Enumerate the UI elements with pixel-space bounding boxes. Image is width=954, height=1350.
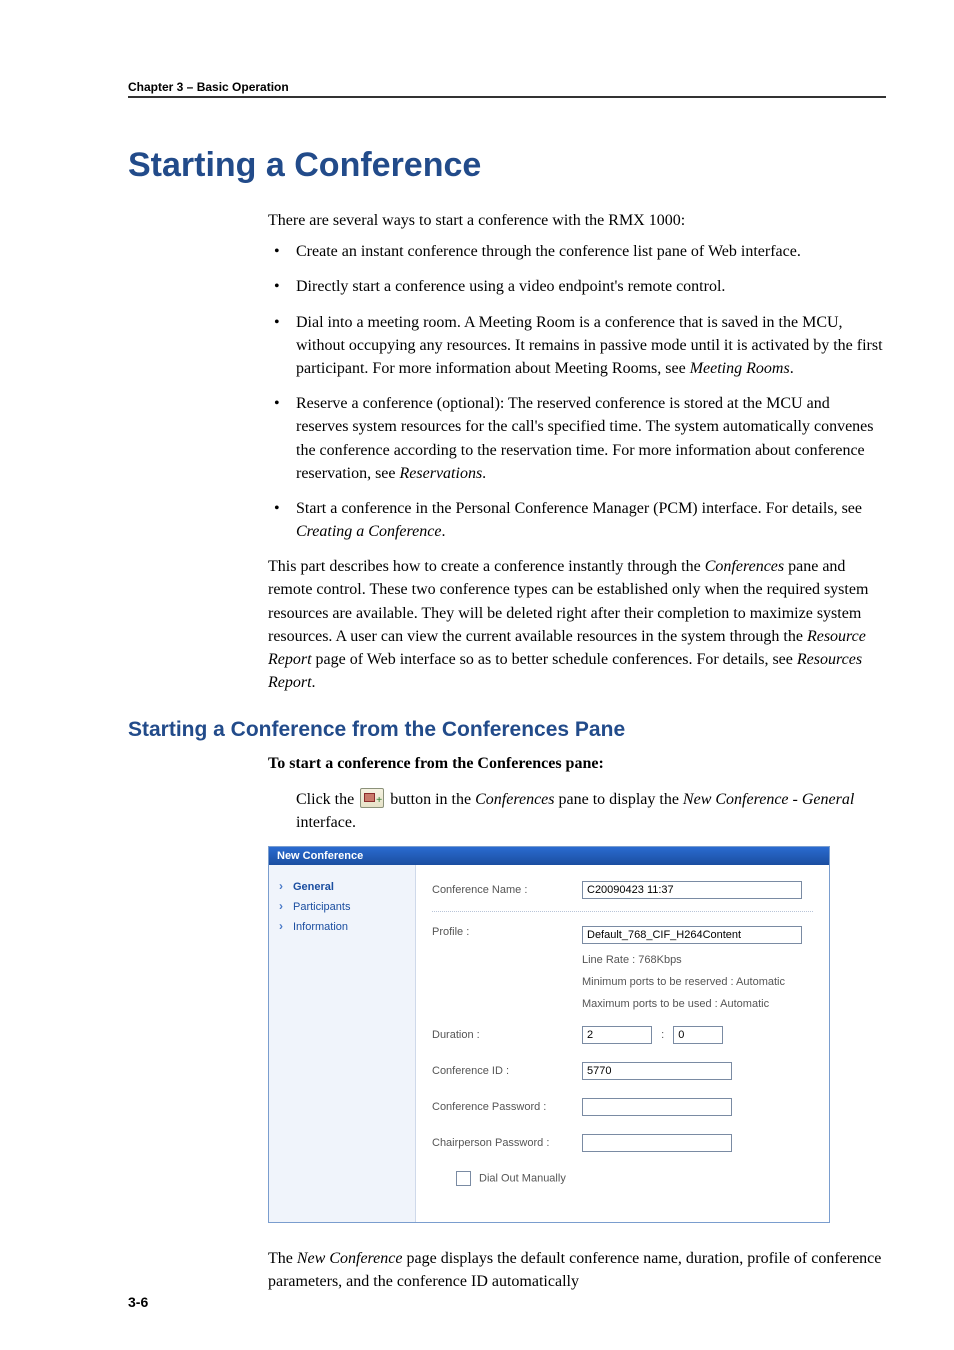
dialog-titlebar: New Conference <box>269 847 829 865</box>
ref-new-conf-general: New Conference - General <box>683 791 854 808</box>
list-item: Create an instant conference through the… <box>268 240 886 263</box>
text-run: button in the <box>386 791 475 808</box>
text-run: . <box>312 674 316 691</box>
label-conference-password: Conference Password : <box>432 1101 582 1113</box>
list-item-ref: Meeting Rooms <box>690 360 790 377</box>
duration-separator: : <box>661 1029 664 1041</box>
dialog-form: Conference Name : Profile : Line Rate : … <box>416 865 829 1222</box>
conference-name-input[interactable] <box>582 881 802 899</box>
label-duration: Duration : <box>432 1029 582 1041</box>
profile-max-ports: Maximum ports to be used : Automatic <box>582 998 813 1010</box>
list-item: Start a conference in the Personal Confe… <box>268 497 886 543</box>
list-item: Dial into a meeting room. A Meeting Room… <box>268 311 886 381</box>
page-number: 3-6 <box>128 1294 148 1310</box>
duration-hours-input[interactable] <box>582 1026 652 1044</box>
ref-conferences: Conferences <box>705 558 784 575</box>
dialog-sidebar: General Participants Information <box>269 865 416 1222</box>
duration-minutes-input[interactable] <box>673 1026 723 1044</box>
profile-line-rate: Line Rate : 768Kbps <box>582 954 813 966</box>
conference-password-input[interactable] <box>582 1098 732 1116</box>
profile-min-ports: Minimum ports to be reserved : Automatic <box>582 976 813 988</box>
step-text: Click the button in the Conferences pane… <box>296 788 886 834</box>
label-conference-name: Conference Name : <box>432 884 582 896</box>
start-methods-list: Create an instant conference through the… <box>268 240 886 543</box>
dial-out-checkbox[interactable] <box>456 1171 471 1186</box>
intro-paragraph: There are several ways to start a confer… <box>268 209 886 232</box>
list-item-text: Create an instant conference through the… <box>296 243 801 260</box>
new-conference-dialog: New Conference General Participants Info… <box>268 846 830 1223</box>
list-item-tail: . <box>441 523 445 540</box>
list-item-text: Start a conference in the Personal Confe… <box>296 500 862 517</box>
list-item: Directly start a conference using a vide… <box>268 275 886 298</box>
label-conference-id: Conference ID : <box>432 1065 582 1077</box>
label-chairperson-password: Chairperson Password : <box>432 1137 582 1149</box>
list-item-tail: . <box>790 360 794 377</box>
list-item-ref: Creating a Conference <box>296 523 441 540</box>
overview-paragraph: This part describes how to create a conf… <box>268 555 886 694</box>
profile-input[interactable] <box>582 926 802 944</box>
section-title: Starting a Conference from the Conferenc… <box>128 718 886 742</box>
ref-conferences-pane: Conferences <box>475 791 554 808</box>
list-item-text: Dial into a meeting room. A Meeting Room… <box>296 314 883 377</box>
page-title: Starting a Conference <box>128 146 886 185</box>
chairperson-password-input[interactable] <box>582 1134 732 1152</box>
list-item-text: Reserve a conference (optional): The res… <box>296 395 874 482</box>
closing-paragraph: The New Conference page displays the def… <box>268 1247 886 1293</box>
dial-out-row: Dial Out Manually <box>432 1171 606 1186</box>
label-dial-out-manually: Dial Out Manually <box>479 1173 566 1185</box>
label-profile: Profile : <box>432 926 582 938</box>
conference-id-input[interactable] <box>582 1062 732 1080</box>
text-run: page of Web interface so as to better sc… <box>312 651 797 668</box>
sidebar-item-general[interactable]: General <box>277 877 407 897</box>
list-item: Reserve a conference (optional): The res… <box>268 392 886 485</box>
text-run: interface. <box>296 814 356 831</box>
procedure-lead: To start a conference from the Conferenc… <box>268 752 886 775</box>
new-conference-icon <box>360 788 384 808</box>
text-run: The <box>268 1250 297 1267</box>
text-run: pane to display the <box>555 791 683 808</box>
ref-new-conference: New Conference <box>297 1250 403 1267</box>
sidebar-item-participants[interactable]: Participants <box>277 897 407 917</box>
list-item-ref: Reservations <box>400 465 483 482</box>
text-run: This part describes how to create a conf… <box>268 558 705 575</box>
sidebar-item-information[interactable]: Information <box>277 917 407 937</box>
list-item-text: Directly start a conference using a vide… <box>296 278 725 295</box>
chapter-header: Chapter 3 – Basic Operation <box>128 80 886 98</box>
list-item-tail: . <box>482 465 486 482</box>
text-run: Click the <box>296 791 358 808</box>
